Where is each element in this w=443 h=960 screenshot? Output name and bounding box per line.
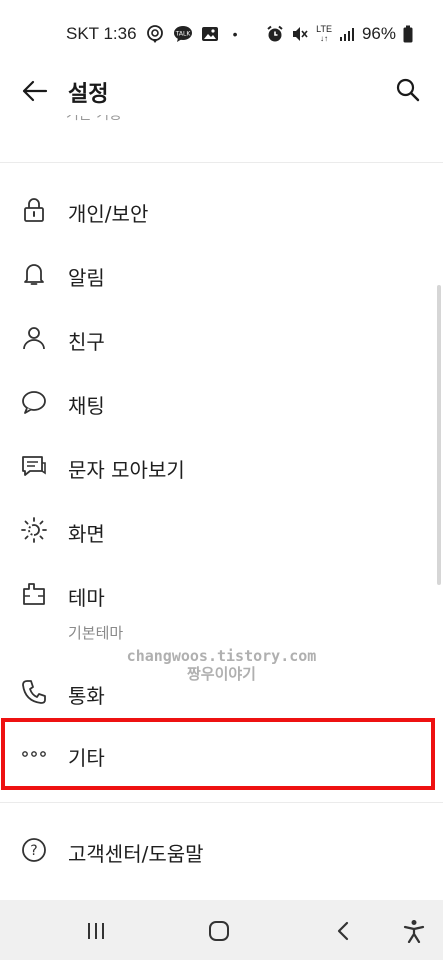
menu-item-theme[interactable]: 테마 기본테마 [0,562,443,646]
location-pin-icon [145,24,165,44]
carrier-time: SKT 1:36 [66,24,137,43]
lock-icon [18,194,50,226]
alarm-icon [266,25,284,43]
menu-item-label: 채팅 [68,394,105,418]
menu-item-notifications[interactable]: 알림 [0,242,443,306]
menu-item-label: 개인/보안 [68,202,149,226]
menu-item-label: 고객센터/도움말 [68,842,204,866]
image-icon [201,26,219,42]
menu-item-messages[interactable]: 문자 모아보기 [0,434,443,498]
battery-icon [403,25,413,43]
home-button[interactable] [204,916,234,946]
watermark-blog-name: 짱우이야기 [186,665,256,683]
menu-item-sublabel: 기본테마 [68,624,124,642]
scrollbar[interactable] [437,285,441,585]
mute-icon [291,25,309,43]
menu-item-label: 화면 [68,522,105,546]
search-icon [396,78,420,102]
chat-bubble-icon [18,386,50,418]
menu-item-privacy-security[interactable]: 개인/보안 [0,178,443,242]
back-button[interactable] [20,78,50,104]
menu-item-friends[interactable]: 친구 [0,306,443,370]
battery-percent: 96% [361,24,396,43]
divider [0,162,443,163]
menu-item-help[interactable]: ? 고객센터/도움말 [0,818,443,882]
status-bar: SKT 1:36 TALK • LTE ↓↑ 96% [0,0,443,66]
lte-icon: LTE ↓↑ [316,24,332,44]
home-icon [209,921,229,941]
menu-item-more[interactable]: 기타 [0,722,443,786]
recent-apps-icon [88,923,104,939]
messages-icon [18,450,50,482]
clipped-section-text: 기본 기능 [66,115,122,123]
accessibility-icon [403,920,425,943]
menu-item-label: 테마 [68,586,105,610]
menu-item-label: 통화 [68,684,105,708]
status-right: LTE ↓↑ 96% [266,24,413,44]
back-icon [337,921,349,941]
search-button[interactable] [395,77,421,103]
menu-item-label: 문자 모아보기 [68,458,185,482]
menu-item-label: 기타 [68,746,105,770]
lte-label: LTE [316,24,332,34]
watermark-url: changwoos.tistory.com [126,647,317,665]
divider [0,802,443,803]
recent-apps-button[interactable] [81,916,111,946]
person-icon [18,322,50,354]
nav-back-button[interactable] [328,916,358,946]
theme-icon [18,578,50,610]
menu-item-label: 알림 [68,266,105,290]
menu-item-display[interactable]: 화면 [0,498,443,562]
accessibility-button[interactable] [399,916,429,946]
arrow-left-icon [22,80,48,102]
svg-text:?: ? [30,843,37,859]
system-nav-bar [0,900,443,960]
app-header: 설정 [0,66,443,116]
menu-item-label: 친구 [68,330,105,354]
page-title: 설정 [68,82,109,107]
status-dot: • [232,26,238,42]
signal-icon [339,26,355,42]
more-dots-icon [18,738,50,770]
status-left: SKT 1:36 TALK • [66,24,237,44]
talk-bubble-icon: TALK [173,25,193,43]
brightness-icon [18,514,50,546]
menu-item-chats[interactable]: 채팅 [0,370,443,434]
help-circle-icon: ? [18,834,50,866]
svg-text:TALK: TALK [174,31,191,38]
watermark: changwoos.tistory.com 짱우이야기 [0,647,443,683]
bell-icon [18,258,50,290]
